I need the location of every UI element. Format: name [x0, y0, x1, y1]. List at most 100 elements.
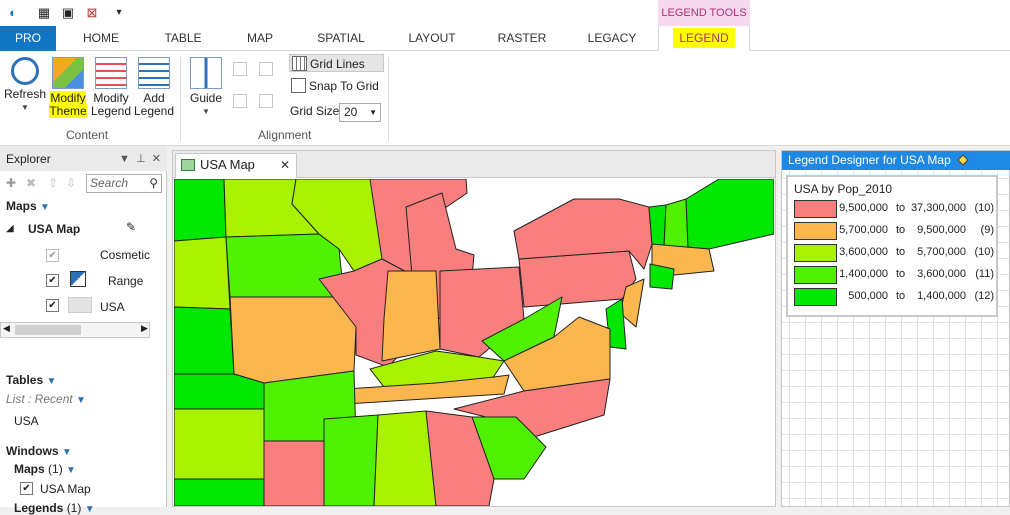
windows-section-header[interactable]: Windows ▼	[6, 444, 72, 458]
windows-legends-group[interactable]: Legends (1) ▼	[14, 501, 95, 515]
scroll-right-icon[interactable]: ▶	[141, 323, 148, 334]
modify-theme-icon	[52, 57, 84, 89]
cosmetic-layer-checkbox[interactable]: ✔	[46, 249, 59, 262]
tab-legacy[interactable]: LEGACY	[580, 26, 644, 51]
scrollbar-thumb[interactable]	[15, 325, 81, 335]
windows-maps-group[interactable]: Maps (1) ▼	[14, 462, 76, 476]
legend-range-high: 37,300,000	[910, 202, 966, 214]
align-middle-icon[interactable]	[259, 94, 273, 108]
modify-legend-button[interactable]: Modify Legend	[90, 57, 132, 118]
layer-item-cosmetic[interactable]: Cosmetic	[100, 248, 150, 262]
map-document-tab[interactable]: USA Map ✕	[175, 153, 297, 178]
tab-pro[interactable]: PRO	[0, 26, 56, 51]
modify-theme-button[interactable]: Modify Theme	[47, 57, 89, 118]
state-region[interactable]	[229, 296, 357, 384]
state-region[interactable]	[174, 306, 235, 375]
grid-size-combo[interactable]: 20 ▼	[339, 103, 381, 122]
align-top-icon[interactable]	[259, 62, 273, 76]
legend-title[interactable]: USA by Pop_2010	[794, 182, 892, 196]
tab-home[interactable]: HOME	[72, 26, 130, 51]
map-canvas[interactable]	[174, 179, 774, 506]
close-icon[interactable]: ✕	[152, 153, 161, 165]
save-icon[interactable]: ▣	[60, 5, 76, 21]
usa-map-window-checkbox[interactable]: ✔	[20, 482, 33, 495]
table-item-usa[interactable]: USA	[14, 414, 39, 428]
tables-section-header[interactable]: Tables ▼	[6, 373, 56, 387]
state-region[interactable]	[381, 270, 441, 362]
legend-frame[interactable]: USA by Pop_2010 9,500,000 to 37,300,000 (10…	[786, 175, 998, 317]
layer-control-icon[interactable]: ✎	[126, 220, 136, 234]
state-region[interactable]	[649, 263, 675, 290]
tab-raster[interactable]: RASTER	[490, 26, 554, 51]
state-region[interactable]	[174, 373, 267, 410]
map-tree-item[interactable]: USA Map	[28, 222, 80, 236]
snap-to-grid-button[interactable]: Snap To Grid	[289, 77, 384, 95]
state-regions-map[interactable]	[174, 179, 774, 506]
legend-range-low: 3,600,000	[839, 246, 888, 258]
tab-map[interactable]: MAP	[232, 26, 288, 51]
layer-item-usa[interactable]: USA	[100, 300, 125, 314]
scroll-left-icon[interactable]: ◀	[3, 323, 10, 334]
move-down-icon[interactable]: ⇩	[66, 176, 76, 190]
legend-row[interactable]: 9,500,000 to 37,300,000 (10)	[792, 199, 996, 219]
grid-lines-button[interactable]: Grid Lines	[289, 54, 384, 72]
legend-row[interactable]: 5,700,000 to 9,500,000 (9)	[792, 221, 996, 241]
tab-spatial[interactable]: SPATIAL	[308, 26, 374, 51]
align-left-icon[interactable]	[233, 62, 247, 76]
window-item-usa-map[interactable]: USA Map	[40, 482, 91, 496]
range-layer-checkbox[interactable]: ✔	[46, 274, 59, 287]
legend-row[interactable]: 1,400,000 to 3,600,000 (11)	[792, 265, 996, 285]
maps-section-header[interactable]: Maps ▼	[6, 199, 50, 213]
layer-item-range[interactable]: Range	[108, 274, 143, 288]
state-region[interactable]	[648, 204, 667, 248]
state-region[interactable]	[685, 179, 774, 250]
tab-layout[interactable]: LAYOUT	[400, 26, 464, 51]
legend-count: (9)	[980, 224, 994, 236]
state-region[interactable]	[174, 179, 227, 242]
windows-maps-count: (1)	[48, 462, 63, 476]
refresh-button[interactable]: Refresh ▼	[4, 57, 46, 114]
collapse-icon[interactable]: ◢	[6, 223, 14, 234]
remove-icon[interactable]: ✖	[26, 176, 36, 190]
chevron-down-icon: ▼	[46, 376, 57, 387]
add-legend-button[interactable]: Add Legend	[133, 57, 175, 118]
state-region[interactable]	[373, 410, 437, 506]
close-icon[interactable]: ✕	[280, 154, 290, 176]
chevron-down-icon[interactable]: ▼	[119, 153, 130, 165]
state-region[interactable]	[663, 198, 689, 248]
close-table-icon[interactable]: ⊠	[84, 5, 100, 21]
tab-table[interactable]: TABLE	[154, 26, 212, 51]
explorer-toolbar: ✚ ✖ ⇧ ⇩ Search ⚲	[0, 173, 167, 195]
state-region[interactable]	[174, 236, 231, 310]
windows-maps-label: Maps	[14, 462, 45, 476]
add-icon[interactable]: ✚	[6, 176, 16, 190]
explorer-search-input[interactable]: Search ⚲	[86, 174, 162, 193]
legend-range-low: 500,000	[848, 290, 888, 302]
legend-count: (10)	[974, 246, 994, 258]
usa-layer-checkbox[interactable]: ✔	[46, 299, 59, 312]
customize-toolbar-icon[interactable]: ▾	[111, 5, 127, 21]
legend-grid-canvas[interactable]: USA by Pop_2010 9,500,000 to 37,300,000 (10…	[782, 171, 1009, 506]
legend-row[interactable]: 3,600,000 to 5,700,000 (10)	[792, 243, 996, 263]
legend-swatch	[794, 266, 837, 284]
align-center-icon[interactable]	[233, 94, 247, 108]
legend-options-icon[interactable]	[957, 154, 969, 166]
ribbon-separator	[388, 57, 389, 141]
move-up-icon[interactable]: ⇧	[48, 176, 58, 190]
map-window: USA Map ✕	[172, 150, 776, 507]
map-window-icon	[181, 159, 195, 171]
legend-row[interactable]: 500,000 to 1,400,000 (12)	[792, 287, 996, 307]
guide-button[interactable]: Guide ▼	[186, 57, 226, 118]
chevron-down-icon: ▼	[40, 202, 50, 213]
state-region[interactable]	[323, 414, 379, 506]
state-region[interactable]	[518, 250, 637, 308]
state-region[interactable]	[174, 478, 265, 506]
new-workspace-icon[interactable]: ▦	[36, 5, 52, 21]
guide-icon	[190, 57, 222, 89]
list-filter-dropdown[interactable]: List : Recent ▼	[6, 392, 86, 406]
tab-legend[interactable]: LEGEND	[658, 26, 750, 51]
explorer-horizontal-scrollbar[interactable]: ◀ ▶	[0, 322, 150, 338]
legend-range-high: 1,400,000	[917, 290, 966, 302]
search-icon[interactable]: ⚲	[149, 175, 158, 192]
pin-icon[interactable]: ⊥	[136, 153, 146, 165]
